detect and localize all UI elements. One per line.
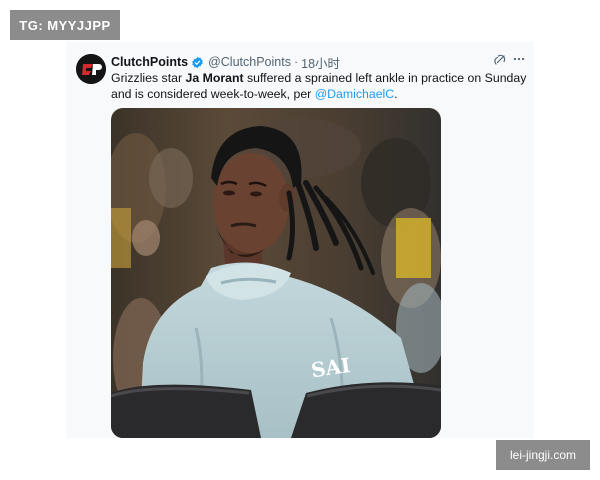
timestamp[interactable]: 18小时 xyxy=(301,53,340,72)
avatar[interactable] xyxy=(76,54,106,84)
grok-icon[interactable] xyxy=(494,53,506,71)
author-display-name[interactable]: ClutchPoints xyxy=(111,55,188,69)
player-name: Ja Morant xyxy=(185,71,244,85)
verified-badge-icon xyxy=(191,56,204,69)
watermark-top-left: TG: MYYJJPP xyxy=(10,10,120,40)
tweet-header: ClutchPoints @ClutchPoints · 18小时 xyxy=(111,53,340,72)
player-photo: SAI xyxy=(111,108,441,438)
tweet-photo[interactable]: SAI xyxy=(111,108,441,438)
tweet-text: Grizzlies star Ja Morant suffered a spra… xyxy=(111,71,527,101)
more-icon[interactable] xyxy=(512,52,526,71)
mention-link[interactable]: @DamichaelC xyxy=(315,87,394,101)
author-handle[interactable]: @ClutchPoints xyxy=(208,55,291,69)
tweet-card[interactable]: ClutchPoints @ClutchPoints · 18小时 Grizzl… xyxy=(66,42,534,438)
watermark-bottom-right: lei-jingji.com xyxy=(496,440,590,470)
separator-dot: · xyxy=(293,55,299,69)
clutchpoints-logo-icon xyxy=(76,54,106,84)
